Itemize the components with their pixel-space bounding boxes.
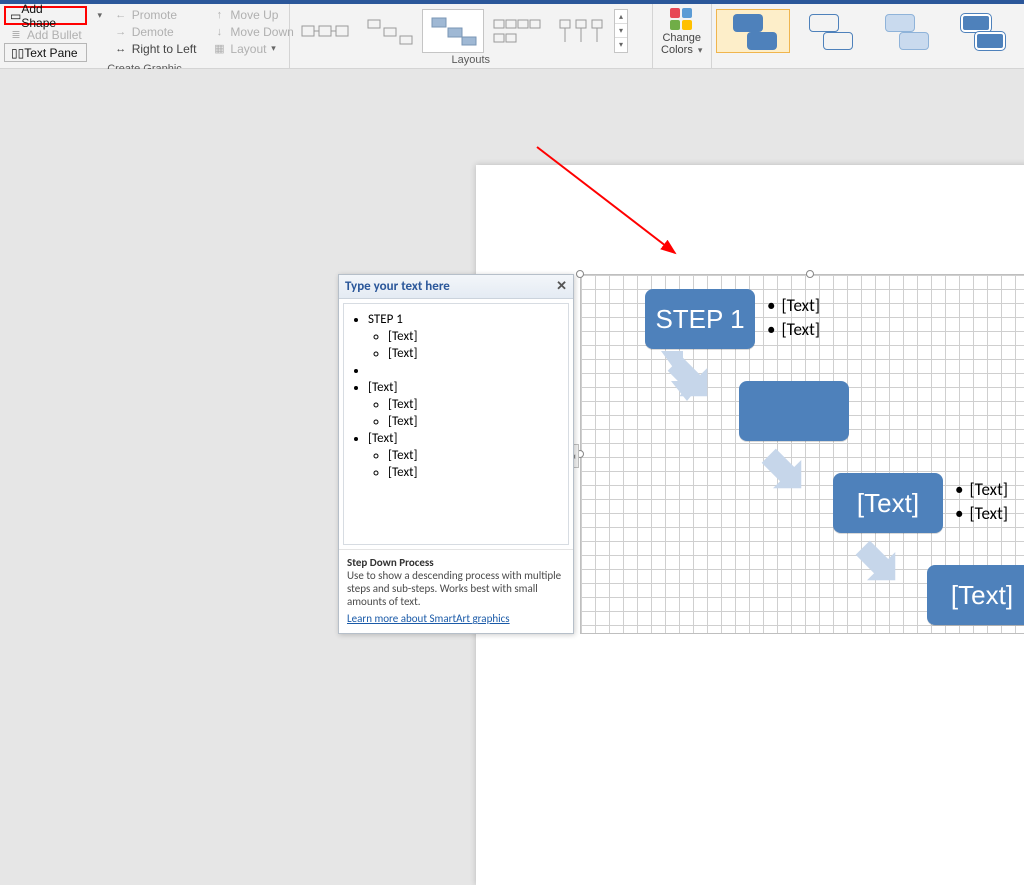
add-bullet-icon: ≣ (9, 28, 23, 42)
demote-icon: → (114, 25, 128, 39)
text-pane-label: Text Pane (24, 46, 77, 60)
add-shape-icon: ▭ (10, 9, 21, 23)
step-shape[interactable]: [Text] (927, 565, 1024, 625)
text-pane-body[interactable]: STEP 1[Text][Text][Text][Text][Text][Tex… (343, 303, 569, 545)
smartart-canvas[interactable]: ◂ STEP 1 •[Text] •[Text] [Text] •[Text] … (580, 274, 1024, 634)
right-to-left-button[interactable]: ↔Right to Left (109, 40, 202, 57)
close-icon[interactable]: ✕ (556, 279, 567, 294)
text-pane[interactable]: Type your text here ✕ STEP 1[Text][Text]… (338, 274, 574, 634)
text-pane-subitem[interactable]: [Text] (388, 329, 564, 344)
gallery-down-icon[interactable]: ▾ (615, 24, 627, 38)
gallery-more-icon[interactable]: ▾ (615, 38, 627, 51)
step-subtext[interactable]: •[Text] (955, 479, 1008, 500)
text-pane-footer: Step Down Process Use to show a descendi… (339, 549, 573, 633)
add-bullet-button[interactable]: ≣ Add Bullet (4, 26, 87, 43)
text-pane-item[interactable]: STEP 1[Text][Text] (368, 312, 564, 361)
move-up-icon: ↑ (212, 8, 226, 22)
gallery-up-icon[interactable]: ▴ (615, 10, 627, 24)
promote-button[interactable]: ←Promote (109, 6, 202, 23)
text-pane-header[interactable]: Type your text here ✕ (339, 275, 573, 299)
resize-handle[interactable] (806, 270, 814, 278)
text-pane-subitem[interactable]: [Text] (388, 414, 564, 429)
group-layouts-label: Layouts (294, 53, 648, 68)
text-pane-subitem[interactable]: [Text] (388, 346, 564, 361)
promote-icon: ← (114, 8, 128, 22)
text-pane-subitem[interactable]: [Text] (388, 448, 564, 463)
text-pane-title: Type your text here (345, 279, 450, 294)
text-pane-item[interactable]: [Text][Text][Text] (368, 380, 564, 429)
layouts-gallery[interactable]: ▴ ▾ ▾ (294, 6, 628, 53)
move-down-icon: ↓ (212, 25, 226, 39)
layout-icon: ▦ (212, 42, 226, 56)
text-pane-item[interactable] (368, 363, 564, 378)
layout-option-5[interactable] (550, 9, 612, 53)
step-shape[interactable]: STEP 1 (645, 289, 755, 349)
resize-handle[interactable] (576, 270, 584, 278)
layout-button[interactable]: ▦Layout▾ (207, 40, 298, 57)
layouts-scroll[interactable]: ▴ ▾ ▾ (614, 9, 628, 53)
chevron-down-icon: ▾ (268, 43, 278, 54)
layout-name: Step Down Process (347, 556, 565, 569)
chevron-down-icon: ▾ (698, 45, 703, 55)
style-option-1[interactable] (716, 9, 790, 53)
add-shape-dd[interactable]: ▾ (93, 6, 105, 25)
text-pane-subitem[interactable]: [Text] (388, 465, 564, 480)
step-shape[interactable]: [Text] (833, 473, 943, 533)
connector-arrow (839, 535, 903, 599)
move-down-button[interactable]: ↓Move Down (207, 23, 298, 40)
connector-arrow (745, 443, 809, 507)
step-subtext[interactable]: •[Text] (955, 503, 1008, 524)
styles-gallery[interactable] (716, 6, 1020, 53)
change-colors-icon (670, 8, 694, 32)
style-option-4[interactable] (944, 9, 1018, 53)
text-pane-button[interactable]: ▯▯ Text Pane (4, 43, 87, 62)
right-to-left-icon: ↔ (114, 42, 128, 56)
layout-option-2[interactable] (358, 9, 420, 53)
layout-option-1[interactable] (294, 9, 356, 53)
step-subtext[interactable]: •[Text] (767, 295, 820, 316)
layout-desc: Use to show a descending process with mu… (347, 569, 565, 608)
add-shape-button[interactable]: ▭ Add Shape (4, 6, 87, 25)
add-bullet-label: Add Bullet (27, 28, 82, 42)
change-colors-button[interactable]: Change Colors ▾ (657, 6, 707, 56)
step-subtext[interactable]: •[Text] (767, 319, 820, 340)
text-pane-item[interactable]: [Text][Text][Text] (368, 431, 564, 480)
style-option-2[interactable] (792, 9, 866, 53)
layout-option-3[interactable] (422, 9, 484, 53)
move-up-button[interactable]: ↑Move Up (207, 6, 298, 23)
text-pane-subitem[interactable]: [Text] (388, 397, 564, 412)
learn-more-link[interactable]: Learn more about SmartArt graphics (347, 612, 510, 625)
text-pane-icon: ▯▯ (11, 46, 24, 60)
chevron-down-icon: ▾ (97, 10, 102, 21)
style-option-3[interactable] (868, 9, 942, 53)
demote-button[interactable]: →Demote (109, 23, 202, 40)
connector-arrow (651, 351, 715, 415)
layout-option-4[interactable] (486, 9, 548, 53)
step-shape[interactable] (739, 381, 849, 441)
